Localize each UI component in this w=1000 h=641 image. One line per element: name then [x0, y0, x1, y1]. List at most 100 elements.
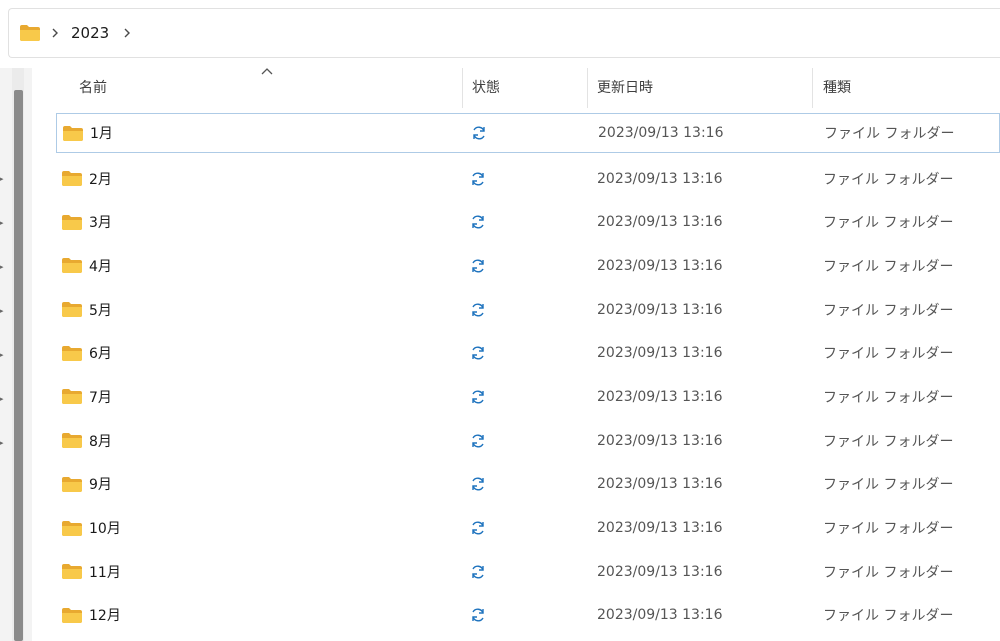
- column-divider[interactable]: [587, 68, 588, 108]
- expand-arrow-icon[interactable]: ▸: [0, 262, 8, 272]
- sync-icon: [473, 126, 485, 140]
- sync-icon: [472, 608, 484, 622]
- sync-icon: [472, 477, 484, 491]
- folder-icon: [20, 25, 40, 41]
- column-divider[interactable]: [462, 68, 463, 108]
- column-divider[interactable]: [812, 68, 813, 108]
- sync-icon: [472, 259, 484, 273]
- file-type: ファイル フォルダー: [823, 433, 954, 450]
- sync-icon: [472, 172, 484, 185]
- modified-date: 2023/09/13 13:16: [597, 432, 723, 449]
- file-name-cell[interactable]: 8月: [61, 419, 112, 463]
- expand-arrow-icon[interactable]: ▸: [0, 306, 8, 316]
- file-name-cell[interactable]: 3月: [61, 200, 112, 244]
- file-row[interactable]: 10月 2023/09/13 13:16 ファイル フォルダー: [56, 506, 1000, 550]
- folder-icon: [62, 258, 82, 274]
- sync-icon: [472, 303, 484, 317]
- sync-icon: [472, 434, 484, 448]
- modified-date: 2023/09/13 13:16: [597, 214, 723, 231]
- expand-arrow-icon[interactable]: ▸: [0, 218, 8, 228]
- status-cell: [470, 157, 486, 201]
- file-row[interactable]: 1月 2023/09/13 13:16 ファイル フォルダー: [56, 113, 1000, 153]
- file-name-cell[interactable]: 10月: [61, 506, 121, 550]
- column-header-row: 名前 状態 更新日時 種類: [50, 64, 1000, 110]
- file-type: ファイル フォルダー: [823, 564, 954, 581]
- file-name-cell[interactable]: 7月: [61, 375, 112, 419]
- file-name: 12月: [89, 608, 121, 625]
- status-cell: [470, 288, 486, 332]
- modified-date: 2023/09/13 13:16: [597, 563, 723, 580]
- sync-icon: [472, 565, 484, 579]
- file-row[interactable]: 3月 2023/09/13 13:16 ファイル フォルダー: [56, 200, 1000, 244]
- file-type: ファイル フォルダー: [824, 126, 955, 142]
- status-cell: [470, 244, 486, 288]
- file-type: ファイル フォルダー: [823, 521, 954, 538]
- file-name: 5月: [89, 302, 112, 319]
- breadcrumb-folder[interactable]: 2023: [71, 24, 109, 42]
- status-cell: [470, 594, 486, 638]
- file-name-cell[interactable]: 12月: [61, 594, 121, 638]
- file-row[interactable]: 7月 2023/09/13 13:16 ファイル フォルダー: [56, 375, 1000, 419]
- scrollbar-thumb[interactable]: [14, 90, 23, 641]
- file-name: 4月: [89, 258, 112, 275]
- file-row[interactable]: 11月 2023/09/13 13:16 ファイル フォルダー: [56, 550, 1000, 594]
- expand-arrow-icon[interactable]: ▸: [0, 438, 8, 448]
- file-type: ファイル フォルダー: [823, 258, 954, 275]
- status-cell: [470, 463, 486, 507]
- expand-arrow-icon[interactable]: ▸: [0, 350, 8, 360]
- modified-date: 2023/09/13 13:16: [597, 257, 723, 274]
- file-row[interactable]: 12月 2023/09/13 13:16 ファイル フォルダー: [56, 594, 1000, 638]
- folder-icon: [62, 389, 82, 405]
- status-cell: [470, 550, 486, 594]
- status-cell: [470, 331, 486, 375]
- column-header-status[interactable]: 状態: [472, 64, 582, 110]
- expand-arrow-icon[interactable]: ▸: [0, 394, 8, 404]
- column-header-type[interactable]: 種類: [823, 64, 993, 110]
- column-header-name[interactable]: 名前: [79, 64, 459, 110]
- file-name: 8月: [89, 433, 112, 450]
- column-header-modified[interactable]: 更新日時: [597, 64, 807, 110]
- file-name: 6月: [89, 346, 112, 363]
- folder-icon: [62, 476, 82, 492]
- file-name-cell[interactable]: 6月: [61, 331, 112, 375]
- file-name-cell[interactable]: 4月: [61, 244, 112, 288]
- folder-icon: [62, 171, 82, 187]
- file-name-cell[interactable]: 2月: [61, 157, 112, 201]
- file-name: 9月: [89, 477, 112, 494]
- file-type: ファイル フォルダー: [823, 215, 954, 232]
- status-cell: [470, 419, 486, 463]
- chevron-right-icon[interactable]: [123, 27, 131, 39]
- address-bar[interactable]: 2023: [8, 8, 1000, 58]
- file-row[interactable]: 4月 2023/09/13 13:16 ファイル フォルダー: [56, 244, 1000, 288]
- file-name-cell[interactable]: 11月: [61, 550, 121, 594]
- file-name-cell[interactable]: 5月: [61, 288, 112, 332]
- expand-arrow-icon[interactable]: ▸: [0, 174, 8, 184]
- modified-date: 2023/09/13 13:16: [597, 476, 723, 493]
- file-explorer-window: 2023 ▸ ▸ ▸ ▸ ▸ ▸ ▸ 名前 状態 更新日時 種類 1月 2023/…: [0, 0, 1000, 641]
- file-name: 1月: [90, 126, 113, 142]
- file-type: ファイル フォルダー: [823, 389, 954, 406]
- folder-icon: [62, 607, 82, 623]
- file-name: 3月: [89, 215, 112, 232]
- file-name: 10月: [89, 521, 121, 538]
- sync-icon: [472, 215, 484, 229]
- file-type: ファイル フォルダー: [823, 477, 954, 494]
- file-type: ファイル フォルダー: [823, 346, 954, 363]
- file-name-cell[interactable]: 1月: [62, 114, 113, 152]
- chevron-right-icon[interactable]: [51, 27, 59, 39]
- status-cell: [470, 506, 486, 550]
- file-row[interactable]: 2月 2023/09/13 13:16 ファイル フォルダー: [56, 157, 1000, 201]
- folder-icon: [62, 520, 82, 536]
- file-name-cell[interactable]: 9月: [61, 463, 112, 507]
- file-row[interactable]: 8月 2023/09/13 13:16 ファイル フォルダー: [56, 419, 1000, 463]
- modified-date: 2023/09/13 13:16: [597, 301, 723, 318]
- folder-icon: [62, 345, 82, 361]
- file-row[interactable]: 9月 2023/09/13 13:16 ファイル フォルダー: [56, 463, 1000, 507]
- file-row[interactable]: 6月 2023/09/13 13:16 ファイル フォルダー: [56, 331, 1000, 375]
- file-name: 7月: [89, 389, 112, 406]
- sync-icon: [472, 390, 484, 404]
- status-cell: [470, 375, 486, 419]
- modified-date: 2023/09/13 13:16: [597, 607, 723, 624]
- folder-icon: [63, 125, 83, 141]
- file-row[interactable]: 5月 2023/09/13 13:16 ファイル フォルダー: [56, 288, 1000, 332]
